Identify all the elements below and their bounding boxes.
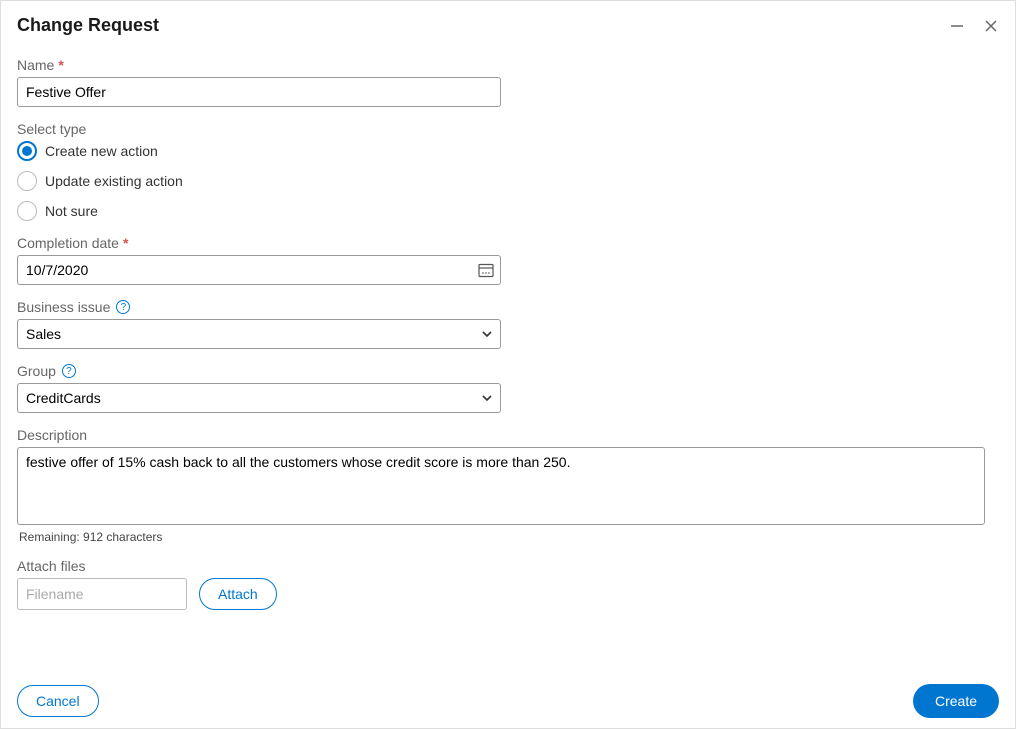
create-button[interactable]: Create [913,684,999,718]
issue-select[interactable]: Sales [17,319,501,349]
dialog-header: Change Request [1,1,1015,44]
dialog-footer: Cancel Create [1,674,1015,728]
radio-create-new[interactable]: Create new action [17,141,999,161]
issue-label: Business issue ? [17,299,999,315]
name-input[interactable] [17,77,501,107]
minimize-icon [950,19,964,33]
filename-input[interactable] [17,578,187,610]
radio-not-sure[interactable]: Not sure [17,201,999,221]
completion-group: Completion date * [17,235,999,285]
completion-label: Completion date * [17,235,999,251]
type-group: Select type Create new action Update exi… [17,121,999,221]
completion-input-wrap [17,255,501,285]
name-group: Name * [17,57,999,107]
dialog-body: Name * Select type Create new action Upd… [1,49,1015,680]
radio-update-existing[interactable]: Update existing action [17,171,999,191]
description-label: Description [17,427,999,443]
required-indicator: * [58,57,63,73]
help-icon[interactable]: ? [62,364,76,378]
radio-icon [17,201,37,221]
radio-icon-checked [17,141,37,161]
type-label: Select type [17,121,999,137]
close-button[interactable] [983,18,999,34]
required-indicator: * [123,235,128,251]
description-group: Description Remaining: 912 characters [17,427,999,544]
completion-input[interactable] [17,255,501,285]
issue-group: Business issue ? Sales [17,299,999,349]
issue-select-wrap: Sales [17,319,501,349]
close-icon [984,19,998,33]
radio-label-update: Update existing action [45,173,183,189]
attach-row: Attach [17,578,999,610]
dialog-controls [949,18,999,34]
cancel-button[interactable]: Cancel [17,685,99,717]
description-input[interactable] [17,447,985,525]
group-select-wrap: CreditCards [17,383,501,413]
calendar-icon[interactable] [477,261,495,279]
group-group: Group ? CreditCards [17,363,999,413]
group-label: Group ? [17,363,999,379]
attach-label: Attach files [17,558,999,574]
group-select[interactable]: CreditCards [17,383,501,413]
name-label: Name * [17,57,999,73]
minimize-button[interactable] [949,18,965,34]
radio-label-create: Create new action [45,143,158,159]
attach-button[interactable]: Attach [199,578,277,610]
attach-group: Attach files Attach [17,558,999,610]
help-icon[interactable]: ? [116,300,130,314]
dialog-title: Change Request [17,15,159,36]
radio-icon [17,171,37,191]
chars-remaining: Remaining: 912 characters [19,530,999,544]
radio-label-notsure: Not sure [45,203,98,219]
